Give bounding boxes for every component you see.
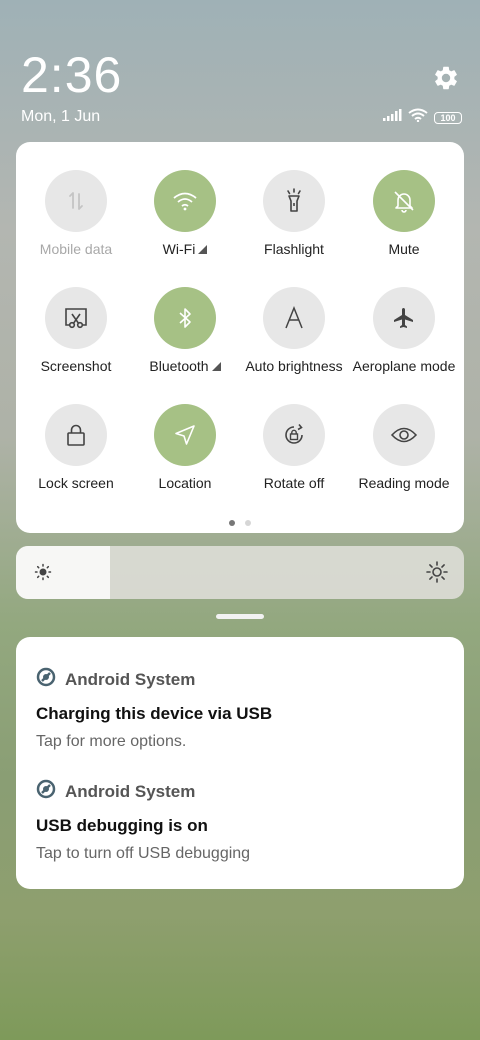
tile-aeroplane-mode[interactable]: Aeroplane mode — [349, 287, 459, 374]
location-icon — [154, 404, 216, 466]
tile-flashlight[interactable]: Flashlight — [239, 170, 349, 257]
wifi-expand-icon[interactable] — [198, 245, 208, 254]
tile-lock-screen[interactable]: Lock screen — [21, 404, 131, 491]
page-indicator — [16, 520, 464, 526]
notification-app-name: Android System — [65, 781, 196, 801]
tile-label: Mute — [388, 241, 420, 257]
tile-label: Screenshot — [40, 358, 112, 374]
airplane-icon — [373, 287, 435, 349]
quick-settings-panel: Mobile data Wi-Fi Flashlight Mute Screen… — [16, 142, 464, 533]
brightness-high-icon — [426, 561, 448, 588]
notification-title: Charging this device via USB — [36, 704, 273, 723]
tile-label: Flashlight — [264, 241, 324, 257]
notification-text: Tap for more options. — [36, 733, 187, 750]
tile-wifi[interactable]: Wi-Fi — [130, 170, 240, 257]
notification-item[interactable]: Android System Charging this device via … — [36, 667, 272, 751]
tile-label: Auto brightness — [245, 358, 343, 374]
screenshot-icon — [45, 287, 107, 349]
notification-text: Tap to turn off USB debugging — [36, 845, 251, 862]
wifi-icon — [154, 170, 216, 232]
battery-icon: 100 — [434, 111, 462, 124]
status-icons: 100 — [382, 108, 462, 127]
tile-rotate-off[interactable]: Rotate off — [239, 404, 349, 491]
tile-label: Rotate off — [263, 475, 325, 491]
tile-label: Wi-Fi — [162, 241, 196, 257]
tile-screenshot[interactable]: Screenshot — [21, 287, 131, 374]
tile-reading-mode[interactable]: Reading mode — [349, 404, 459, 491]
brightness-low-icon — [34, 563, 52, 586]
bluetooth-expand-icon[interactable] — [211, 362, 221, 371]
tile-mute[interactable]: Mute — [349, 170, 459, 257]
rotate-lock-icon — [263, 404, 325, 466]
tile-label: Bluetooth — [149, 358, 209, 374]
flashlight-icon — [263, 170, 325, 232]
tile-bluetooth[interactable]: Bluetooth — [130, 287, 240, 374]
tile-label: Aeroplane mode — [352, 358, 456, 374]
brightness-fill — [16, 546, 110, 599]
brightness-slider[interactable] — [16, 546, 464, 599]
mute-icon — [373, 170, 435, 232]
page-dot-2[interactable] — [245, 520, 251, 526]
auto-brightness-icon — [263, 287, 325, 349]
notification-title: USB debugging is on — [36, 816, 208, 835]
clock[interactable]: 2:36 — [21, 48, 122, 102]
android-system-icon — [36, 779, 56, 804]
wifi-status-icon — [408, 108, 428, 127]
date[interactable]: Mon, 1 Jun — [21, 108, 100, 126]
settings-gear-icon[interactable] — [432, 64, 460, 92]
tile-location[interactable]: Location — [130, 404, 240, 491]
tile-auto-brightness[interactable]: Auto brightness — [239, 287, 349, 374]
bluetooth-icon — [154, 287, 216, 349]
tile-mobile-data[interactable]: Mobile data — [21, 170, 131, 257]
tile-label: Reading mode — [358, 475, 450, 491]
drag-handle[interactable] — [216, 614, 264, 619]
notification-card: Android System Charging this device via … — [16, 637, 464, 889]
notification-app-name: Android System — [65, 669, 196, 689]
tile-label: Mobile data — [39, 241, 113, 257]
page-dot-1[interactable] — [229, 520, 235, 526]
tile-label: Location — [158, 475, 212, 491]
android-system-icon — [36, 667, 56, 692]
signal-icon — [382, 108, 402, 127]
eye-icon — [373, 404, 435, 466]
notification-item[interactable]: Android System USB debugging is on Tap t… — [36, 779, 250, 863]
tile-label: Lock screen — [38, 475, 114, 491]
lock-icon — [45, 404, 107, 466]
mobile-data-icon — [45, 170, 107, 232]
